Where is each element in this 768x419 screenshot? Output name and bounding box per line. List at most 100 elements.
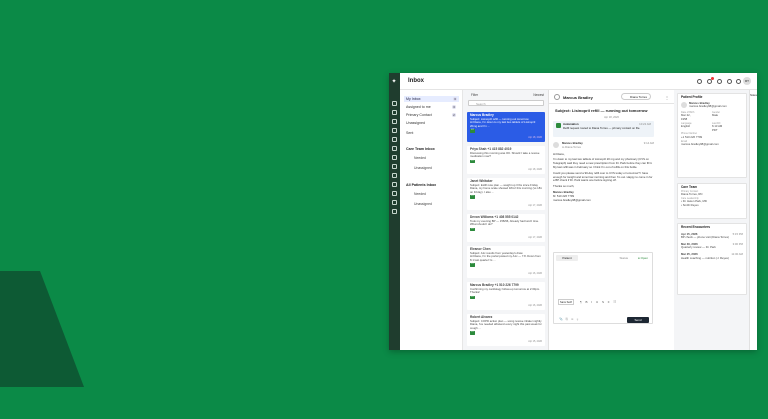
automation-text: Refill request routed to Diana Torres — … — [563, 125, 641, 130]
encounter-item[interactable]: Apr 15, 2026 5:15 PM BP check — phone visi… — [681, 231, 743, 240]
preview: Diana, I've needed albuterol every night… — [470, 322, 542, 330]
nav-care-unassigned[interactable]: Unassigned — [414, 166, 432, 170]
filter-button[interactable]: Filter — [471, 93, 478, 97]
care-team-heading[interactable]: Care Team Inbox — [406, 147, 435, 151]
nav-sent[interactable]: Sent — [406, 130, 458, 136]
search-input[interactable]: Search — [468, 100, 544, 106]
sender-avatar — [553, 142, 559, 148]
nav-count: 2 — [452, 113, 456, 117]
date: Apr 16, 2026 — [528, 304, 542, 308]
list-icon[interactable] — [392, 155, 397, 160]
nav-count: 3 — [453, 97, 457, 101]
formatting-toolbar[interactable]: ¶ B I U S ≡ ☷ — [580, 300, 618, 304]
list-item[interactable]: Eleanor Chen Subject: A1c results from y… — [467, 246, 545, 278]
folder-icon[interactable] — [392, 128, 397, 133]
apps-icon[interactable] — [736, 79, 741, 84]
message-paragraph: Could you please send a 90-day refill ov… — [553, 170, 653, 183]
channel-tag: RT — [470, 263, 475, 267]
chat-icon[interactable] — [727, 79, 732, 84]
preview: Diana, my home scale showed 184.2 this m… — [470, 186, 542, 194]
field-value: Mar 22, 1958 — [681, 113, 691, 121]
message-list: Filter Newest Search Marcus Bradley Subj… — [463, 90, 549, 350]
date: Apr 15, 2026 — [528, 340, 542, 344]
nav-all-unassigned[interactable]: Unassigned — [414, 202, 432, 206]
encounter-text: BP check — phone visit (Diana Torres) — [681, 235, 729, 240]
avatar — [681, 101, 687, 108]
notes-tab[interactable]: Notes — [750, 94, 757, 97]
date: Apr 18, 2026 — [528, 136, 542, 140]
edit-icon[interactable] — [392, 209, 397, 214]
page-title: Inbox — [408, 78, 424, 84]
attachment-tools[interactable]: 📎 ⎘ ☺ ⚲ — [559, 317, 579, 321]
nav-all-needed[interactable]: Needed — [414, 192, 426, 196]
chart-icon[interactable] — [392, 146, 397, 151]
conversation-header: Marcus Bradley Diana Torres ⋮ — [549, 90, 674, 104]
preview: Took my evening BP — 158/96, Already had… — [470, 218, 539, 227]
font-select[interactable]: Sans Serif — [558, 299, 574, 305]
document-icon[interactable] — [392, 164, 397, 169]
nav-my-inbox[interactable]: My Inbox 3 — [404, 96, 459, 102]
send-button[interactable]: Send — [627, 317, 649, 323]
field-value: Male — [712, 113, 719, 118]
users-icon[interactable] — [392, 119, 397, 124]
inbox-icon[interactable] — [392, 110, 397, 115]
left-icon-rail: ✦ — [389, 73, 400, 350]
list-item[interactable]: Marcus Bradley +1 510 226 7799 Confirmin… — [467, 282, 545, 310]
recent-encounters-card: Recent Encounters Apr 15, 2026 5:15 PM BP … — [677, 223, 747, 295]
status-label: Status — [619, 256, 628, 260]
search-icon[interactable] — [392, 191, 397, 196]
care-team-card: Care Team Primary Contact Diana Torres, R… — [677, 183, 747, 219]
status-dropdown[interactable]: ● Open — [638, 256, 648, 260]
nav-count: 3 — [452, 105, 456, 109]
list-item[interactable]: Priya Shah +1 415 882 4019 Discussing th… — [467, 146, 545, 174]
date: Apr 17, 2026 — [528, 236, 542, 240]
nav-label: My Inbox — [406, 97, 421, 101]
card-title: Patient Profile — [681, 95, 703, 99]
preview: Confirming my cardiology follow-up tomor… — [470, 286, 540, 295]
nav-unassigned[interactable]: Unassigned — [406, 120, 458, 126]
encounter-item[interactable]: Mar 30, 2026 3:00 PM Quarterly review — Dr… — [681, 241, 743, 250]
preview: Hi Diana, I'm down to my last two tablet… — [470, 120, 536, 128]
list-item[interactable]: Devon Williams +1 408 555 0142 Took my e… — [467, 214, 545, 242]
avatar[interactable]: RT — [743, 77, 751, 85]
settings-icon[interactable] — [392, 200, 397, 205]
list-item[interactable]: Marcus Bradley Subject: Lisinopril refil… — [467, 112, 545, 142]
list-item[interactable]: Janet Whitaker Subject: EHR note plan — … — [467, 178, 545, 210]
encounter-time: 5:15 PM — [732, 231, 743, 236]
top-bar: Inbox RT — [400, 73, 757, 90]
message-time: 9:14 AM — [643, 141, 654, 145]
conversation-panel: Marcus Bradley Diana Torres ⋮ Subject: L… — [549, 90, 674, 350]
phone-icon[interactable] — [697, 79, 702, 84]
status-value: Open — [640, 256, 648, 260]
assignee-name: Diana Torres — [630, 95, 647, 99]
recipient-tab[interactable]: Patient — [556, 255, 578, 261]
assignee-pill[interactable]: Diana Torres — [621, 93, 651, 100]
message-paragraph: Thanks so much, — [553, 184, 575, 189]
nav-care-needed[interactable]: Needed — [414, 156, 426, 160]
date-divider: Apr 18, 2026 — [604, 116, 619, 119]
back-icon[interactable] — [554, 94, 560, 100]
sort-button[interactable]: Newest — [533, 93, 544, 97]
conversation-title: Marcus Bradley — [563, 95, 593, 100]
channel-tag: RT — [470, 331, 475, 335]
automation-time: 10:22 AM — [639, 122, 651, 126]
background-shape — [0, 271, 84, 387]
more-icon[interactable]: ⋮ — [665, 95, 669, 100]
patient-email: marcus.bradley98@gmail.com — [689, 104, 727, 109]
inbox-app-window: ✦ Inbox RT My Inbox 3 Assigned to me 3 Pri… — [389, 73, 757, 350]
message-icon[interactable] — [392, 182, 397, 187]
encounter-item[interactable]: Mar 25, 2026 11:00 AM Health coaching — nu… — [681, 252, 743, 260]
nav-label: Assigned to me — [406, 105, 431, 109]
help-icon[interactable] — [717, 79, 722, 84]
list-item[interactable]: Robert Alvarez Subject: COPD action plan… — [467, 314, 545, 346]
grid-icon[interactable] — [392, 173, 397, 178]
calendar-icon[interactable] — [392, 137, 397, 142]
home-icon[interactable] — [392, 101, 397, 106]
nav-primary-contact[interactable]: Primary Contact 2 — [406, 112, 458, 118]
email-subject: Subject: Lisinopril refill — running out… — [555, 108, 648, 113]
nav-assigned[interactable]: Assigned to me 3 — [406, 104, 458, 110]
reply-composer[interactable]: Patient Status ● Open Sans Serif ¶ B I U… — [553, 252, 653, 324]
all-patients-heading[interactable]: All Patients Inbox — [406, 183, 436, 187]
encounter-time: 3:00 PM — [732, 241, 743, 246]
encounter-text: Quarterly review — Dr. Park — [681, 245, 716, 250]
